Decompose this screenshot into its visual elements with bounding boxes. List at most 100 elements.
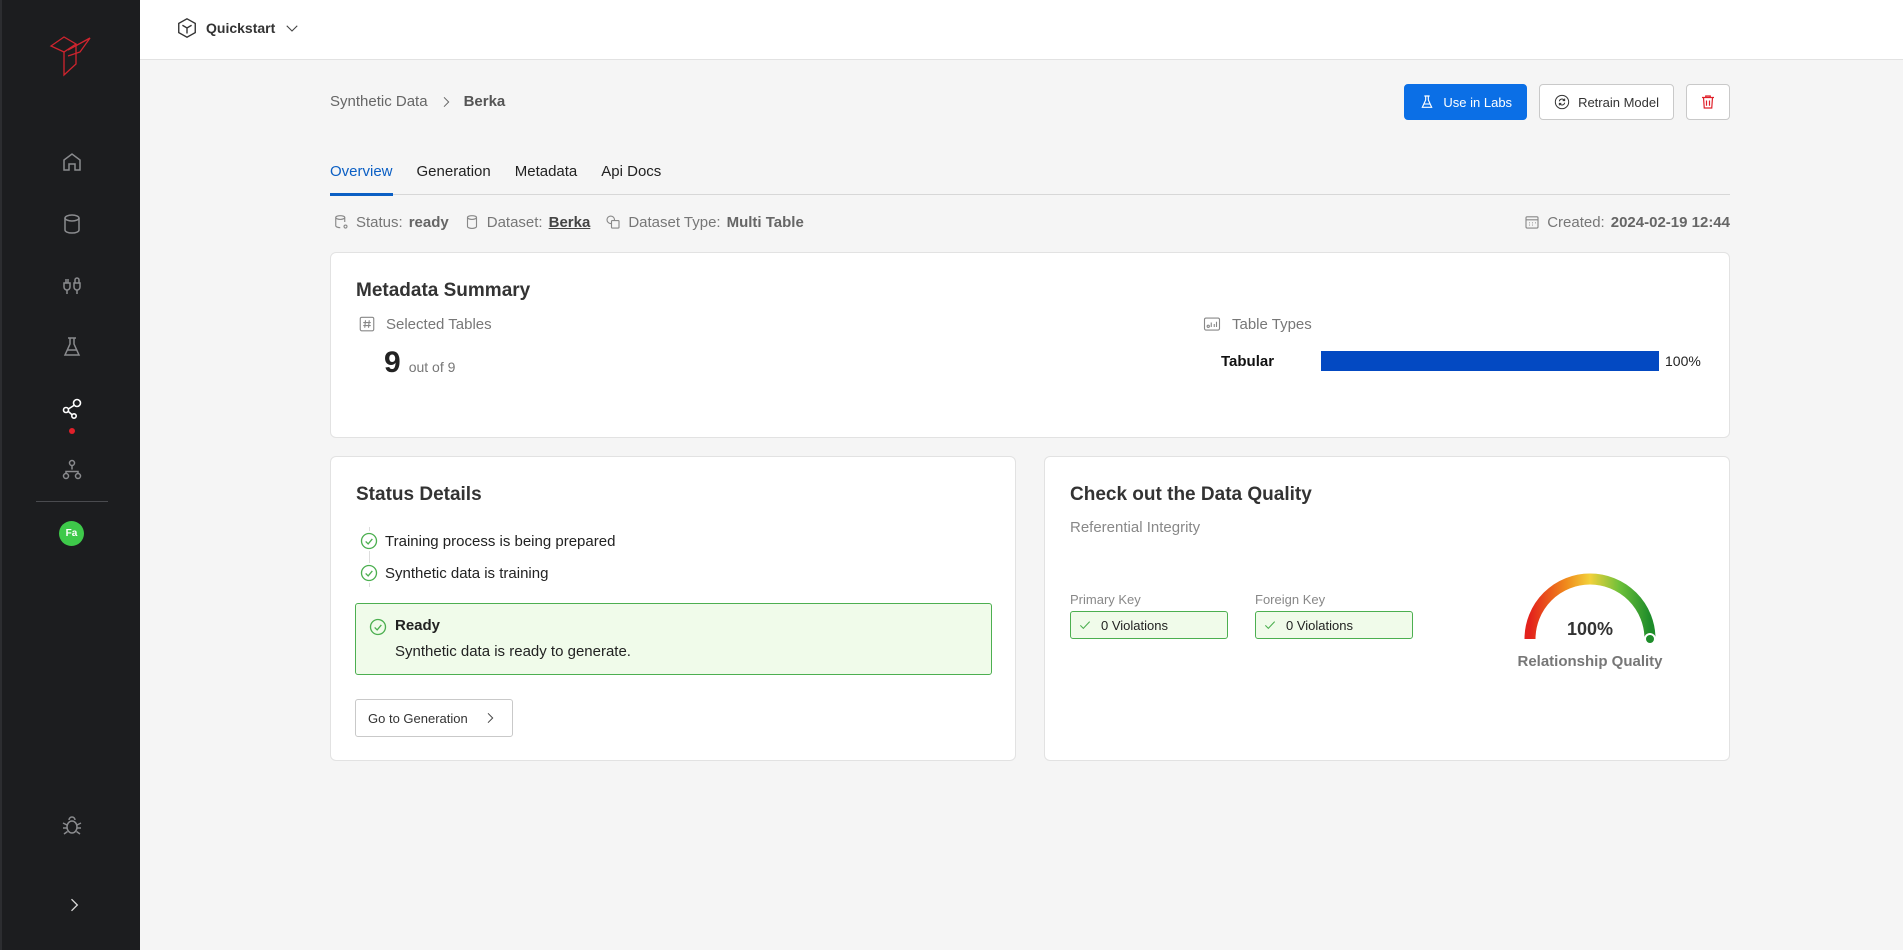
sidebar: Fa xyxy=(0,0,140,950)
data-quality-title: Check out the Data Quality xyxy=(1070,484,1312,505)
use-in-labs-button[interactable]: Use in Labs xyxy=(1404,84,1528,120)
selected-count: 9 xyxy=(384,346,401,379)
chevron-right-icon xyxy=(487,712,494,724)
check-circle-icon xyxy=(369,618,387,636)
table-type-percent: 100% xyxy=(1665,353,1701,369)
foreign-key-label: Foreign Key xyxy=(1255,592,1326,607)
sidebar-item-home[interactable] xyxy=(52,142,92,182)
tab-generation[interactable]: Generation xyxy=(417,160,491,195)
status-step: Training process is being prepared xyxy=(359,525,615,557)
hash-icon xyxy=(359,316,375,332)
bug-icon xyxy=(62,816,82,835)
primary-key-value: 0 Violations xyxy=(1101,617,1168,633)
dataset-type-meta: Dataset Type: Multi Table xyxy=(604,213,804,231)
status-meta: Status: ready xyxy=(332,213,449,231)
table-types-label: Table Types xyxy=(1202,315,1312,333)
check-icon xyxy=(1264,621,1276,630)
retrain-model-label: Retrain Model xyxy=(1578,94,1659,110)
created-meta: Created: 2024-02-19 12:44 xyxy=(1523,213,1730,231)
check-icon xyxy=(1079,621,1091,630)
dataset-label: Dataset: xyxy=(486,213,543,231)
status-step-text: Synthetic data is training xyxy=(385,564,549,582)
calendar-icon xyxy=(1525,216,1539,229)
sidebar-item-debug[interactable] xyxy=(52,806,92,846)
bar-chart-icon xyxy=(1203,317,1221,331)
selected-tables-text: Selected Tables xyxy=(386,315,492,333)
header-actions: Use in Labs Retrain Model xyxy=(1404,84,1730,120)
hierarchy-icon xyxy=(62,459,82,480)
sidebar-item-labs[interactable] xyxy=(52,327,92,367)
flask-icon xyxy=(1421,95,1433,108)
check-circle-icon xyxy=(359,563,379,583)
created-value: 2024-02-19 12:44 xyxy=(1610,213,1730,231)
expand-sidebar-button[interactable] xyxy=(62,893,86,917)
status-step-text: Training process is being prepared xyxy=(385,532,616,550)
delete-button[interactable] xyxy=(1686,84,1730,120)
tab-metadata[interactable]: Metadata xyxy=(515,160,578,195)
foreign-key-violations: 0 Violations xyxy=(1255,611,1413,639)
ready-title: Ready xyxy=(395,617,441,634)
breadcrumb-parent[interactable]: Synthetic Data xyxy=(330,93,428,110)
home-icon xyxy=(63,153,81,171)
dataset-type-value: Multi Table xyxy=(726,213,804,231)
go-to-generation-button[interactable]: Go to Generation xyxy=(355,699,513,737)
gauge-value: 100% xyxy=(1566,619,1614,639)
share-nodes-icon xyxy=(62,398,82,419)
status-step: Synthetic data is training xyxy=(359,557,615,589)
sidebar-item-connectors[interactable] xyxy=(52,265,92,305)
tab-overview[interactable]: Overview xyxy=(330,160,393,196)
ready-notification: Ready Synthetic data is ready to generat… xyxy=(355,603,992,675)
top-bar: Quickstart xyxy=(140,0,1903,60)
metadata-summary-card: Metadata Summary Selected Tables 9 out o… xyxy=(330,252,1730,438)
app-logo[interactable] xyxy=(46,32,96,77)
sidebar-divider xyxy=(36,501,108,502)
breadcrumb-current: Berka xyxy=(463,93,506,110)
selected-tables-label: Selected Tables xyxy=(358,315,492,333)
check-circle-icon xyxy=(359,531,379,551)
dataset-link[interactable]: Berka xyxy=(549,214,591,231)
refresh-icon xyxy=(1554,94,1570,110)
dataset-type-label: Dataset Type: xyxy=(628,213,721,231)
table-type-bar xyxy=(1321,351,1659,371)
ready-description: Synthetic data is ready to generate. xyxy=(395,643,631,660)
retrain-model-button[interactable]: Retrain Model xyxy=(1539,84,1674,120)
created-label: Created: xyxy=(1547,213,1605,231)
table-type-name: Tabular xyxy=(1221,352,1275,370)
active-indicator-dot xyxy=(69,428,75,434)
status-value: ready xyxy=(408,213,449,231)
table-type-bar-fill xyxy=(1321,351,1659,371)
chevron-right-icon xyxy=(71,898,79,912)
use-in-labs-label: Use in Labs xyxy=(1443,94,1513,110)
data-quality-card: Check out the Data Quality Referential I… xyxy=(1044,456,1730,761)
status-label: Status: xyxy=(356,213,403,231)
selected-tables-count: 9 out of 9 xyxy=(384,346,455,380)
tab-api-docs[interactable]: Api Docs xyxy=(601,160,661,195)
primary-key-label: Primary Key xyxy=(1070,592,1141,607)
dataset-meta: Dataset: Berka xyxy=(463,213,591,231)
flask-icon xyxy=(63,337,81,356)
sidebar-item-synthetic-data[interactable] xyxy=(52,389,92,429)
primary-key-violations: 0 Violations xyxy=(1070,611,1228,639)
project-name: Quickstart xyxy=(206,20,276,36)
metadata-summary-title: Metadata Summary xyxy=(356,280,531,301)
sidebar-item-datasets[interactable] xyxy=(52,204,92,244)
go-to-generation-label: Go to Generation xyxy=(368,710,468,726)
relationship-quality-gauge: 100% Relationship Quality xyxy=(1490,567,1690,687)
table-types-text: Table Types xyxy=(1232,315,1312,333)
tab-bar: Overview Generation Metadata Api Docs xyxy=(330,160,1730,196)
status-details-card: Status Details Training process is being… xyxy=(330,456,1016,761)
model-meta-row: Status: ready Dataset: Berka Dataset Typ… xyxy=(332,213,1730,231)
chevron-down-icon xyxy=(286,25,298,32)
project-switcher[interactable]: Quickstart xyxy=(176,17,301,39)
primary-key-group: Primary Key 0 Violations xyxy=(1070,592,1228,639)
cube-icon xyxy=(178,18,196,38)
database-status-icon xyxy=(335,215,348,229)
database-icon xyxy=(466,215,477,229)
database-icon xyxy=(64,214,80,234)
foreign-key-group: Foreign Key 0 Violations xyxy=(1255,592,1413,639)
user-avatar[interactable]: Fa xyxy=(59,521,84,546)
breadcrumb: Synthetic Data Berka xyxy=(330,93,505,110)
sidebar-item-pipelines[interactable] xyxy=(52,450,92,490)
status-steps: Training process is being prepared Synth… xyxy=(359,525,615,589)
multi-table-icon xyxy=(606,215,620,229)
